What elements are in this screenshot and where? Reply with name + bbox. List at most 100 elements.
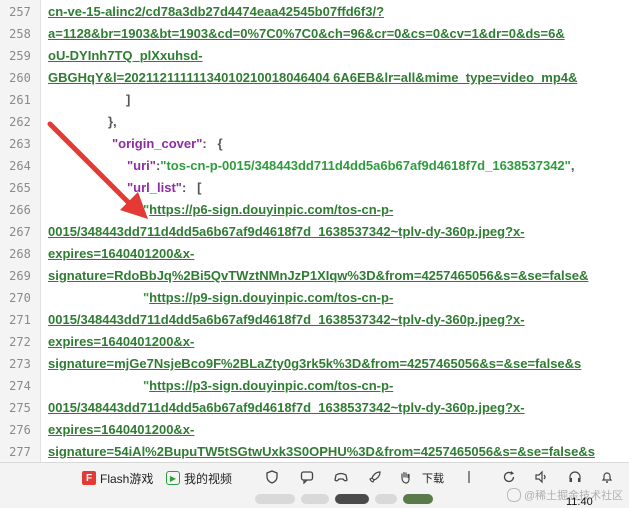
url-link[interactable]: oU-DYInh7TQ_plXxuhsd- <box>48 48 203 63</box>
url-link[interactable]: expires=1640401200&x- <box>48 334 194 349</box>
code-text: signature=mjGe7NsjeBco9F%2BLaZty0g3rk5k%… <box>48 353 581 375</box>
system-clock: 11:40 <box>566 496 593 508</box>
watermark-logo-icon <box>507 488 521 502</box>
code-line: 267 0015/348443dd711d4dd5a6b67af9d4618f7d… <box>0 221 629 243</box>
line-number: 262 <box>9 115 31 129</box>
json-string: "tos-cn-p-0015/348443dd711d4dd5a6b67af9d… <box>160 158 571 173</box>
my-videos-button[interactable]: ▶ 我的视频 <box>166 467 232 489</box>
url-link[interactable]: 0015/348443dd711d4dd5a6b67af9d4618f7d_16… <box>48 400 525 415</box>
code-text: cn-ve-15-alinc2/cd78a3db27d4474eaa42545b… <box>48 1 384 23</box>
code-text: "https://p9-sign.douyinpic.com/tos-cn-p- <box>143 287 393 309</box>
tray-placeholder <box>375 494 397 504</box>
taskbar: F Flash游戏 ▶ 我的视频 下载 @稀土掘金技术社区 11:40 <box>0 462 629 508</box>
line-number: 276 <box>9 423 31 437</box>
code-line: 271 0015/348443dd711d4dd5a6b67af9d4618f7d… <box>0 309 629 331</box>
tray-placeholder <box>255 494 295 504</box>
refresh-icon[interactable] <box>500 468 518 486</box>
url-link[interactable]: signature=mjGe7NsjeBco9F%2BLaZty0g3rk5k%… <box>48 356 581 371</box>
url-link[interactable]: 0015/348443dd711d4dd5a6b67af9d4618f7d_16… <box>48 312 525 327</box>
hand-icon[interactable] <box>396 468 414 486</box>
code-line: 264 "uri":"tos-cn-p-0015/348443dd711d4dd5… <box>0 155 629 177</box>
line-number: 261 <box>9 93 31 107</box>
url-link[interactable]: expires=1640401200&x- <box>48 246 194 261</box>
url-link[interactable]: signature=54iAl%2BupuTW5tSGtwUxk3S0OPHU%… <box>48 444 595 459</box>
code-line: 273 signature=mjGe7NsjeBco9F%2BLaZty0g3rk… <box>0 353 629 375</box>
rocket-icon[interactable] <box>366 468 384 486</box>
code-text: 0015/348443dd711d4dd5a6b67af9d4618f7d_16… <box>48 309 525 331</box>
code-line: 270 "https://p9-sign.douyinpic.com/tos-cn… <box>0 287 629 309</box>
flash-games-button[interactable]: F Flash游戏 <box>82 467 153 489</box>
url-link[interactable]: https://p9-sign.douyinpic.com/tos-cn-p- <box>149 290 393 305</box>
sound-icon[interactable] <box>532 468 550 486</box>
url-link[interactable]: https://p6-sign.douyinpic.com/tos-cn-p- <box>149 202 393 217</box>
code-text: oU-DYInh7TQ_plXxuhsd- <box>48 45 203 67</box>
line-number: 258 <box>9 27 31 41</box>
url-link[interactable]: a=1128&br=1903&bt=1903&cd=0%7C0%7C0&ch=9… <box>48 26 565 41</box>
code-text: "https://p3-sign.douyinpic.com/tos-cn-p- <box>143 375 393 397</box>
code-line: 260 GBGHqY&l=2021121111113401021001804640… <box>0 67 629 89</box>
separator-icon <box>460 468 478 486</box>
flash-games-label: Flash游戏 <box>100 471 154 486</box>
notification-icon[interactable] <box>598 468 616 486</box>
code-line: 272 expires=1640401200&x- <box>0 331 629 353</box>
url-link[interactable]: https://p3-sign.douyinpic.com/tos-cn-p- <box>149 378 393 393</box>
line-number: 270 <box>9 291 31 305</box>
game-controller-icon[interactable] <box>332 468 350 486</box>
json-punctuation: , <box>570 158 575 173</box>
line-number: 273 <box>9 357 31 371</box>
json-key: "url_list" <box>127 180 182 195</box>
shield-icon[interactable] <box>263 468 281 486</box>
url-link[interactable]: cn-ve-15-alinc2/cd78a3db27d4474eaa42545b… <box>48 4 384 19</box>
line-number: 269 <box>9 269 31 283</box>
line-number: 263 <box>9 137 31 151</box>
json-viewer: 257 cn-ve-15-alinc2/cd78a3db27d4474eaa425… <box>0 0 629 462</box>
code-text: "https://p6-sign.douyinpic.com/tos-cn-p- <box>143 199 393 221</box>
code-text: expires=1640401200&x- <box>48 243 194 265</box>
code-text: }, <box>108 111 117 133</box>
code-line: 262}, <box>0 111 629 133</box>
chat-icon[interactable] <box>298 468 316 486</box>
json-punctuation: }, <box>108 114 117 129</box>
code-text: "uri":"tos-cn-p-0015/348443dd711d4dd5a6b… <box>127 155 574 177</box>
code-text: a=1128&br=1903&bt=1903&cd=0%7C0%7C0&ch=9… <box>48 23 565 45</box>
code-line: 276 expires=1640401200&x- <box>0 419 629 441</box>
code-line: 269 signature=RdoBbJq%2Bi5QvTWztNMnJzP1XI… <box>0 265 629 287</box>
line-number: 275 <box>9 401 31 415</box>
line-number: 274 <box>9 379 31 393</box>
headset-icon[interactable] <box>566 468 584 486</box>
line-number: 259 <box>9 49 31 63</box>
line-number: 265 <box>9 181 31 195</box>
url-link[interactable]: 0015/348443dd711d4dd5a6b67af9d4618f7d_16… <box>48 224 525 239</box>
line-number: 257 <box>9 5 31 19</box>
line-number: 260 <box>9 71 31 85</box>
line-number: 277 <box>9 445 31 459</box>
line-number: 272 <box>9 335 31 349</box>
code-text: 0015/348443dd711d4dd5a6b67af9d4618f7d_16… <box>48 221 525 243</box>
url-link[interactable]: GBGHqY&l=20211211111134010210018046404 6… <box>48 70 577 85</box>
line-number: 264 <box>9 159 31 173</box>
json-key: "uri" <box>127 158 156 173</box>
url-link[interactable]: expires=1640401200&x- <box>48 422 194 437</box>
code-line: 261] <box>0 89 629 111</box>
flash-game-icon: F <box>82 471 96 485</box>
line-number: 267 <box>9 225 31 239</box>
code-line: 258 a=1128&br=1903&bt=1903&cd=0%7C0%7C0&c… <box>0 23 629 45</box>
code-text: "origin_cover": { <box>112 133 223 155</box>
code-text: expires=1640401200&x- <box>48 331 194 353</box>
code-text: "url_list": [ <box>127 177 201 199</box>
tray-placeholder <box>335 494 369 504</box>
code-line: 277 signature=54iAl%2BupuTW5tSGtwUxk3S0OP… <box>0 441 629 462</box>
code-line: 274 "https://p3-sign.douyinpic.com/tos-cn… <box>0 375 629 397</box>
code-text: expires=1640401200&x- <box>48 419 194 441</box>
json-punctuation: ] <box>126 92 131 107</box>
code-line: 265 "url_list": [ <box>0 177 629 199</box>
tray-placeholder <box>301 494 329 504</box>
code-text: signature=54iAl%2BupuTW5tSGtwUxk3S0OPHU%… <box>48 441 595 462</box>
line-number: 268 <box>9 247 31 261</box>
tray-placeholder <box>403 494 433 504</box>
code-line: 275 0015/348443dd711d4dd5a6b67af9d4618f7d… <box>0 397 629 419</box>
url-link[interactable]: signature=RdoBbJq%2Bi5QvTWztNMnJzP1XIqw%… <box>48 268 588 283</box>
download-button[interactable]: 下载 <box>422 467 444 489</box>
code-line: 268 expires=1640401200&x- <box>0 243 629 265</box>
code-line: 257 cn-ve-15-alinc2/cd78a3db27d4474eaa425… <box>0 1 629 23</box>
